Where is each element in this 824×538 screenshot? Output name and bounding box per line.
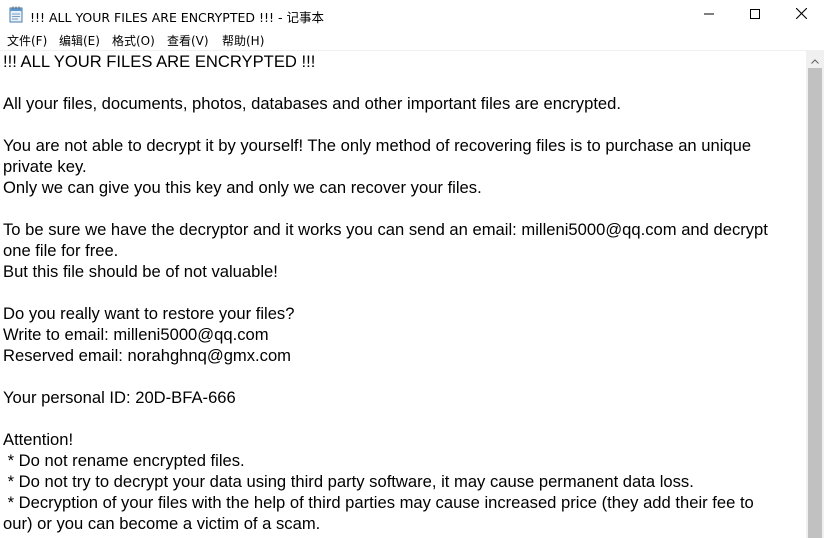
text-line: Do you really want to restore your files… xyxy=(3,304,295,323)
text-line xyxy=(3,114,803,135)
text-line: !!! ALL YOUR FILES ARE ENCRYPTED !!! xyxy=(3,52,316,71)
chevron-up-icon xyxy=(811,51,819,69)
text-line: Reserved email: norahghnq@gmx.com xyxy=(3,346,292,365)
scroll-up-button[interactable] xyxy=(806,51,824,68)
text-line xyxy=(3,72,803,93)
maximize-button[interactable] xyxy=(732,0,778,30)
text-line: private key. xyxy=(3,157,87,176)
minimize-icon xyxy=(704,6,714,24)
text-line: * Do not rename encrypted files. xyxy=(3,451,245,470)
document-text[interactable]: !!! ALL YOUR FILES ARE ENCRYPTED !!! All… xyxy=(3,51,803,534)
menu-view[interactable]: 查看(V) xyxy=(167,32,209,49)
menu-bar: 文件(F) 编辑(E) 格式(O) 查看(V) 帮助(H) xyxy=(0,30,824,51)
text-line: You are not able to decrypt it by yourse… xyxy=(3,136,752,155)
text-line: our) or you can become a victim of a sca… xyxy=(3,514,321,533)
text-line xyxy=(3,366,803,387)
minimize-button[interactable] xyxy=(686,0,732,30)
text-line xyxy=(3,408,803,429)
text-line: * Do not try to decrypt your data using … xyxy=(3,472,694,491)
text-line: Attention! xyxy=(3,430,74,449)
text-line: one file for free. xyxy=(3,241,119,260)
close-icon xyxy=(795,6,807,24)
text-line: All your files, documents, photos, datab… xyxy=(3,94,621,113)
menu-file[interactable]: 文件(F) xyxy=(7,32,47,49)
text-line: Write to email: milleni5000@qq.com xyxy=(3,325,269,344)
text-line: Only we can give you this key and only w… xyxy=(3,178,482,197)
menu-format[interactable]: 格式(O) xyxy=(112,32,155,49)
notepad-window: !!! ALL YOUR FILES ARE ENCRYPTED !!! - 记… xyxy=(0,0,824,538)
window-title: !!! ALL YOUR FILES ARE ENCRYPTED !!! - 记… xyxy=(30,10,324,25)
text-editor[interactable]: !!! ALL YOUR FILES ARE ENCRYPTED !!! All… xyxy=(0,51,806,538)
close-button[interactable] xyxy=(778,0,824,30)
text-line: Your personal ID: 20D-BFA-666 xyxy=(3,388,236,407)
maximize-icon xyxy=(750,6,760,24)
text-line xyxy=(3,198,803,219)
menu-help[interactable]: 帮助(H) xyxy=(222,32,264,49)
title-bar[interactable]: !!! ALL YOUR FILES ARE ENCRYPTED !!! - 记… xyxy=(0,0,824,30)
text-line: But this file should be of not valuable! xyxy=(3,262,278,281)
text-line: To be sure we have the decryptor and it … xyxy=(3,220,768,239)
vertical-scrollbar[interactable] xyxy=(806,51,824,538)
scrollbar-thumb[interactable] xyxy=(808,68,822,538)
notepad-icon xyxy=(8,6,24,23)
text-line xyxy=(3,282,803,303)
menu-edit[interactable]: 编辑(E) xyxy=(59,32,100,49)
text-line: * Decryption of your files with the help… xyxy=(3,493,754,512)
